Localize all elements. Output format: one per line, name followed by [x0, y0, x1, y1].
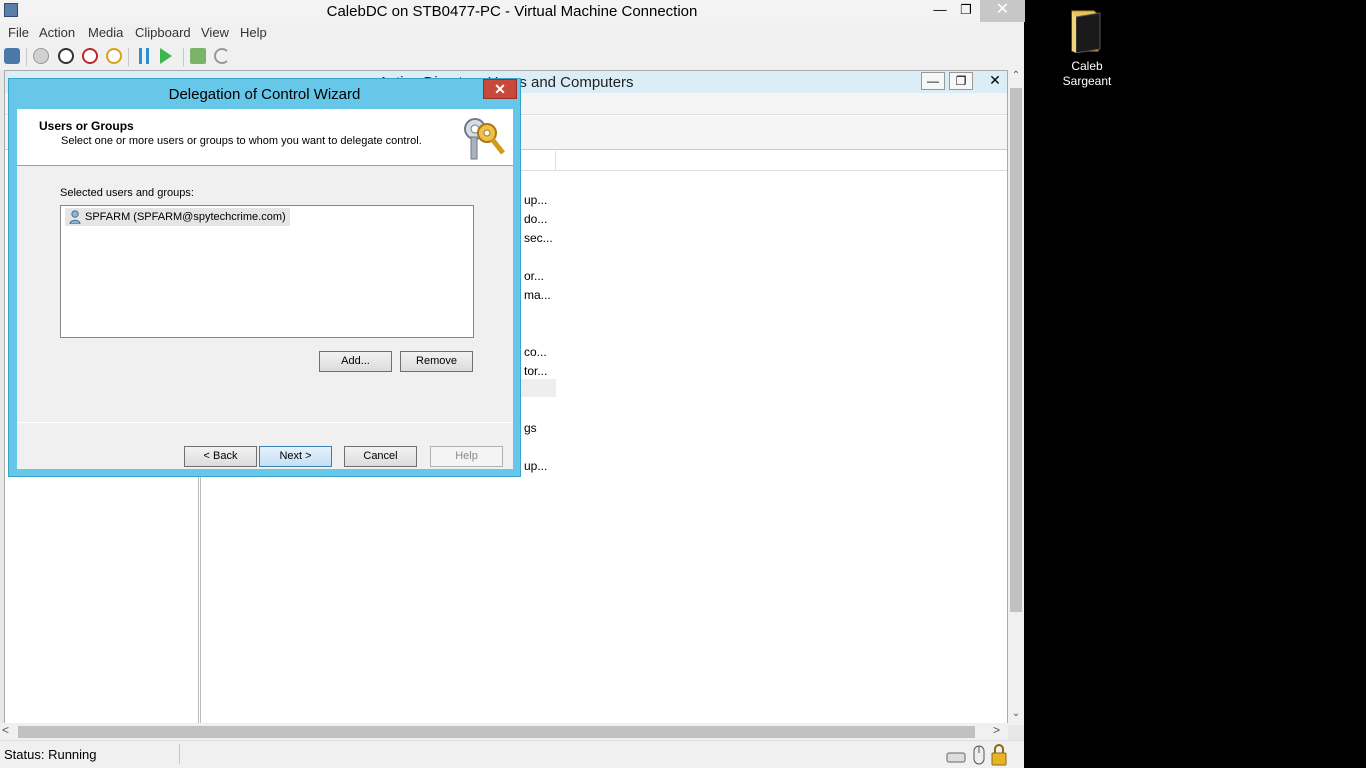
scroll-right-icon[interactable]: >: [993, 723, 1000, 737]
menu-view[interactable]: View: [201, 25, 229, 40]
list-item[interactable]: SPFARM (SPFARM@spytechcrime.com): [65, 208, 290, 226]
desktop-folder-label[interactable]: Caleb Sargeant: [1050, 59, 1124, 89]
aduc-restore-button[interactable]: ❐: [949, 72, 973, 90]
menu-clipboard[interactable]: Clipboard: [135, 25, 191, 40]
start-icon[interactable]: [33, 48, 49, 64]
shut-down-icon[interactable]: [82, 48, 98, 64]
wizard-heading: Users or Groups: [39, 119, 134, 133]
save-state-icon[interactable]: [106, 48, 122, 64]
restore-button[interactable]: ❐: [952, 0, 980, 22]
wizard-footer-divider: [17, 422, 513, 423]
selected-users-list[interactable]: SPFARM (SPFARM@spytechcrime.com): [60, 205, 474, 338]
cancel-button[interactable]: Cancel: [344, 446, 417, 467]
menu-file[interactable]: File: [8, 25, 29, 40]
toolbar-separator: [183, 48, 184, 66]
remove-button[interactable]: Remove: [400, 351, 473, 372]
aduc-minimize-button[interactable]: —: [921, 72, 945, 90]
back-button[interactable]: < Back: [184, 446, 257, 467]
selected-users-label: Selected users and groups:: [60, 187, 194, 199]
aduc-close-button[interactable]: ✕: [983, 72, 1007, 90]
toolbar-separator: [128, 48, 129, 66]
checkpoint-icon[interactable]: [190, 48, 206, 64]
vm-title-bar: CalebDC on STB0477-PC - Virtual Machine …: [0, 0, 1025, 23]
wizard-header: Users or Groups Select one or more users…: [17, 109, 513, 166]
folder-icon[interactable]: [1066, 7, 1104, 53]
horizontal-scrollbar[interactable]: < >: [0, 723, 1008, 740]
folder-label-line: Caleb: [1071, 59, 1103, 73]
description-cell: tor...: [524, 364, 548, 378]
description-cell: co...: [524, 345, 547, 359]
menu-media[interactable]: Media: [88, 25, 123, 40]
ctrl-alt-del-icon[interactable]: [4, 48, 20, 64]
wizard-body: Users or Groups Select one or more users…: [17, 109, 513, 469]
description-cell: ma...: [524, 288, 551, 302]
scroll-up-icon[interactable]: ⌃: [1008, 70, 1024, 86]
wizard-title: Delegation of Control Wizard: [168, 86, 361, 103]
status-separator: [179, 744, 180, 764]
vm-status-bar: Status: Running: [0, 740, 1024, 768]
menu-action[interactable]: Action: [39, 25, 75, 40]
vm-window-title: CalebDC on STB0477-PC - Virtual Machine …: [326, 3, 698, 20]
description-cell: up...: [524, 459, 548, 473]
delegation-wizard-dialog: Delegation of Control Wizard ✕ Users or …: [8, 78, 521, 477]
description-cell: or...: [524, 269, 545, 283]
vertical-scroll-thumb[interactable]: [1010, 88, 1022, 612]
next-button[interactable]: Next >: [259, 446, 332, 467]
description-cell: sec...: [524, 231, 553, 245]
description-cell: do...: [524, 212, 548, 226]
turn-off-icon[interactable]: [58, 48, 74, 64]
close-button[interactable]: ✕: [980, 0, 1025, 22]
pause-icon[interactable]: [139, 48, 149, 64]
description-cell: gs: [524, 421, 537, 435]
add-button[interactable]: Add...: [319, 351, 392, 372]
wizard-subheading: Select one or more users or groups to wh…: [61, 135, 422, 147]
scroll-left-icon[interactable]: <: [2, 723, 9, 737]
folder-label-line: Sargeant: [1062, 74, 1112, 88]
lock-icon: [991, 744, 1007, 766]
vm-toolbar: [0, 44, 1024, 68]
vm-status-text: Status: Running: [4, 747, 97, 762]
description-cell: up...: [524, 193, 548, 207]
vertical-scrollbar[interactable]: ⌃ ⌄: [1008, 70, 1024, 725]
mouse-icon: [973, 745, 985, 765]
user-icon: [69, 210, 81, 224]
minimize-button[interactable]: —: [926, 0, 954, 22]
toolbar-separator: [26, 48, 27, 66]
list-item-label: SPFARM (SPFARM@spytechcrime.com): [85, 211, 286, 223]
resume-icon[interactable]: [160, 48, 172, 64]
horizontal-scroll-thumb[interactable]: [18, 726, 975, 738]
menu-help[interactable]: Help: [240, 25, 267, 40]
wizard-close-button[interactable]: ✕: [483, 79, 517, 99]
keyboard-icon: [946, 752, 966, 763]
vm-menu-bar: File Action Media Clipboard View Help: [0, 23, 1024, 43]
revert-icon[interactable]: [214, 48, 230, 64]
help-button: Help: [430, 446, 503, 467]
scroll-down-icon[interactable]: ⌄: [1008, 708, 1024, 724]
vm-connection-window: CalebDC on STB0477-PC - Virtual Machine …: [0, 0, 1025, 768]
keys-icon: [464, 118, 505, 160]
